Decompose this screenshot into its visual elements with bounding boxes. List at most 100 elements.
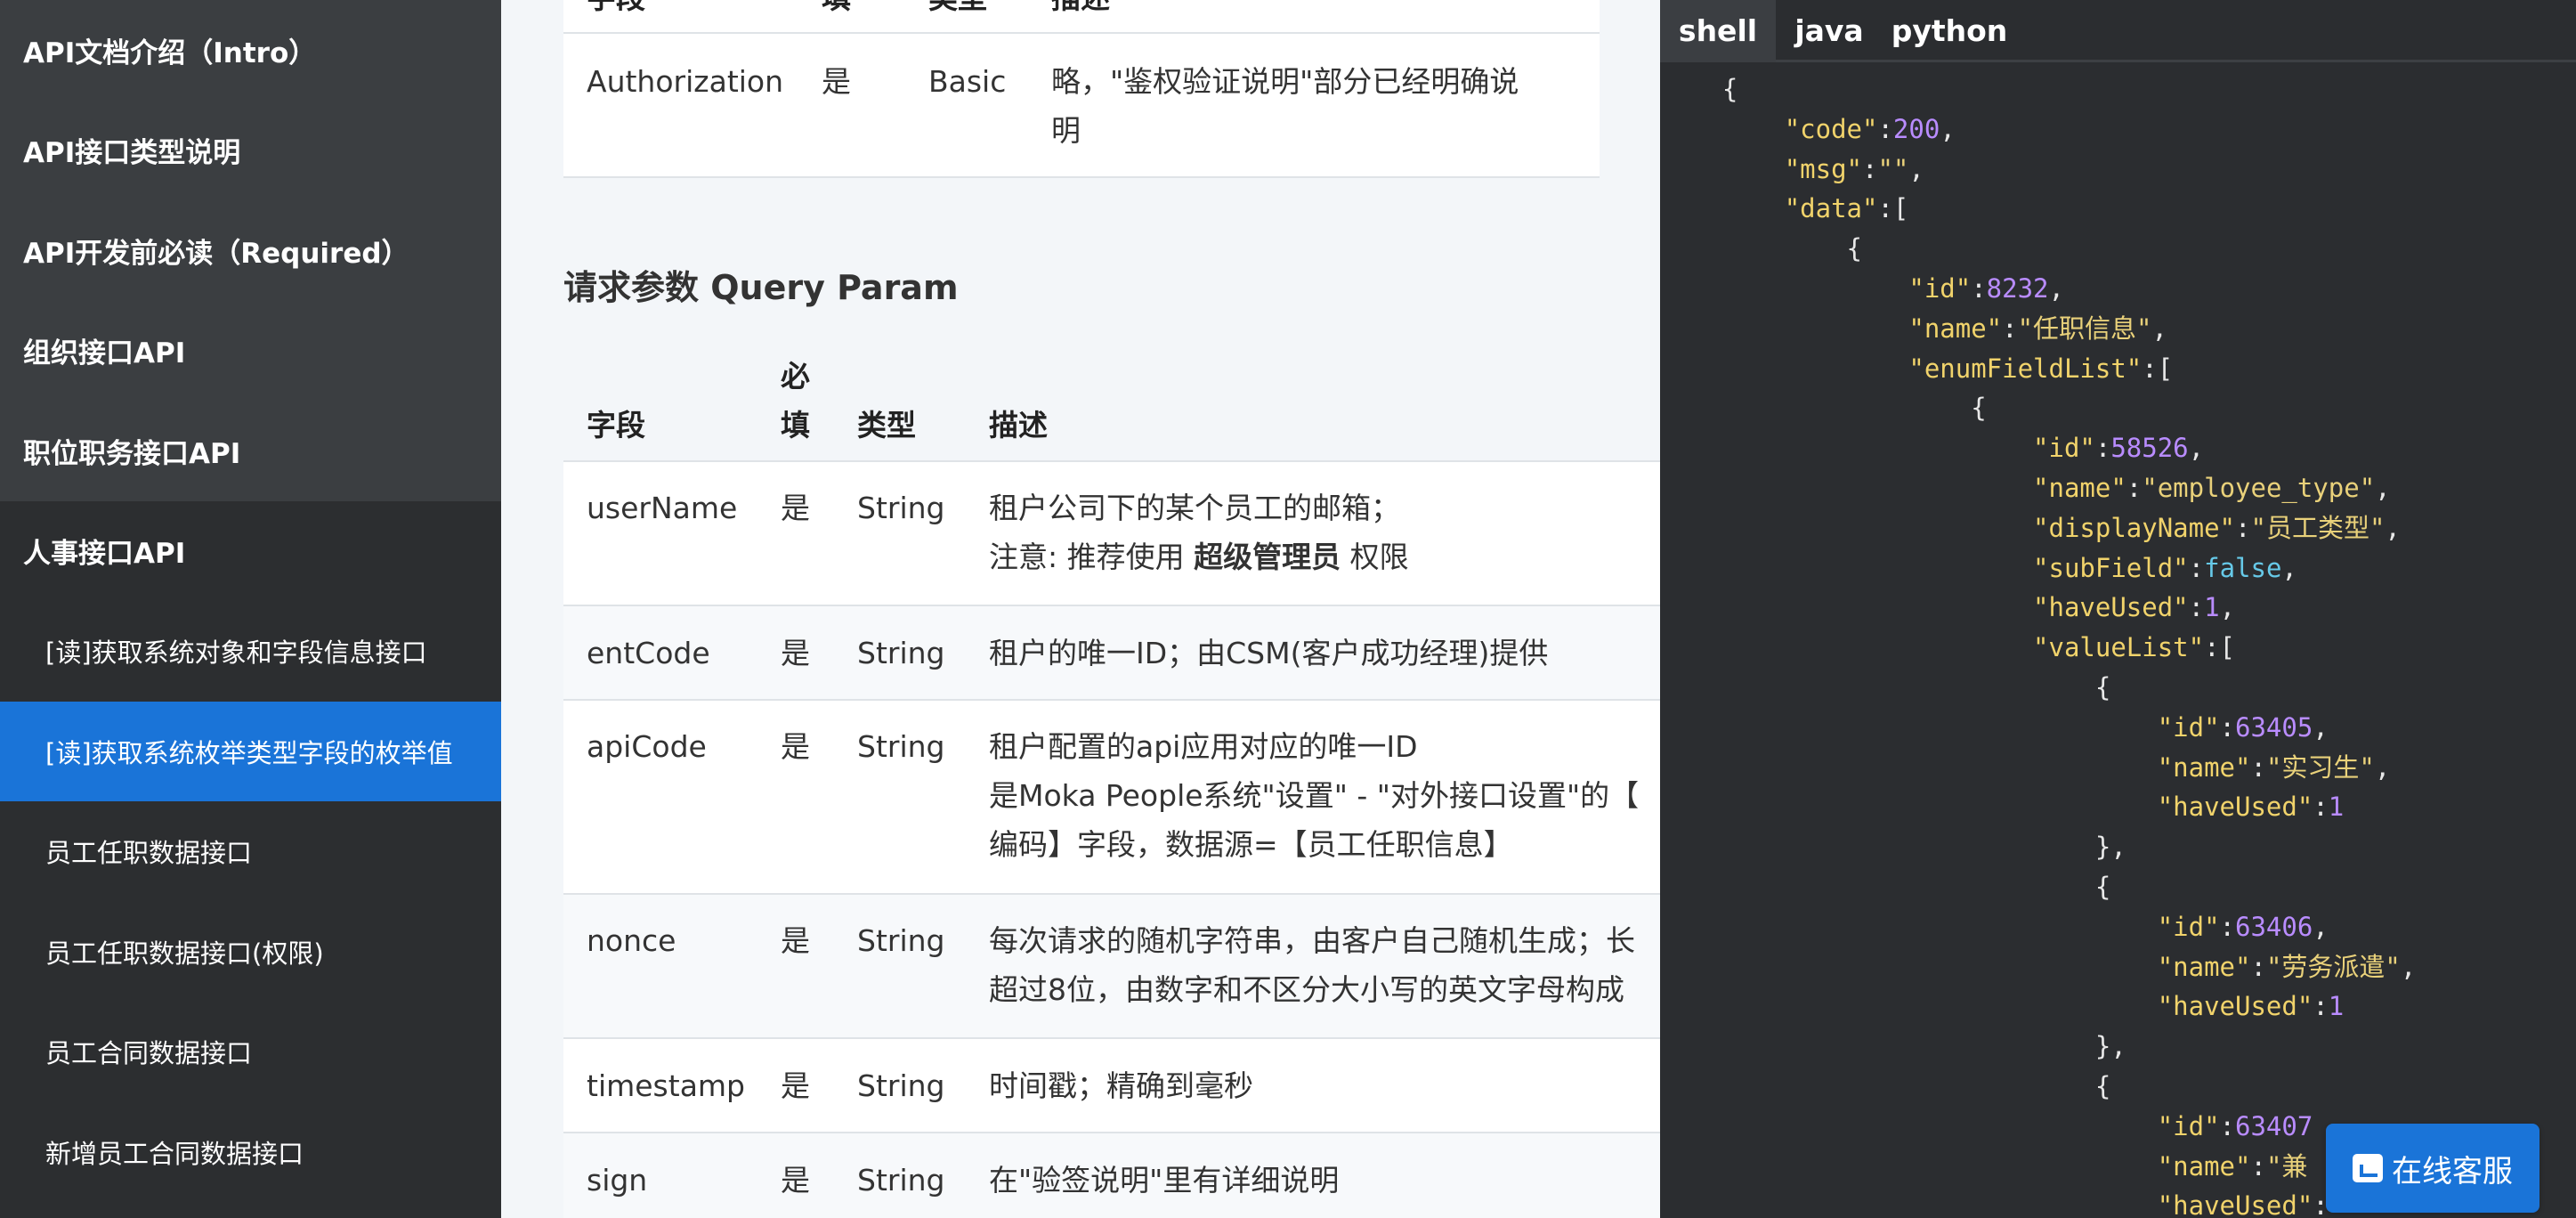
sidebar-item-org-api[interactable]: 组织接口API: [0, 301, 501, 402]
code-line: "name":"劳务派遣",: [1660, 947, 2417, 987]
code-token: 200: [1892, 113, 1940, 144]
code-token: :: [2250, 951, 2266, 982]
code-line: "id":58526,: [1660, 428, 2416, 468]
field-desc-line-1: 每次请求的随机字符串，由客户自己随机生成；长: [989, 923, 1635, 958]
code-token: "实习生": [2265, 751, 2375, 783]
code-token: :[: [2142, 353, 2174, 384]
desc-prefix: 注意: 推荐使用: [989, 540, 1195, 574]
code-token: "劳务派遣": [2265, 951, 2401, 982]
code-token: "兼: [2265, 1150, 2308, 1181]
code-token: ,: [2385, 512, 2401, 543]
code-language-tabs: shell java python: [1660, 0, 2576, 62]
field-required: 是: [781, 1163, 810, 1198]
code-token: "haveUsed": [2157, 991, 2313, 1022]
code-line: {: [1660, 867, 2416, 907]
field-desc-line-2: 超过8位，由数字和不区分大小写的英文字母构成: [989, 972, 1624, 1007]
code-token: },: [1660, 832, 2126, 863]
sidebar-subitem-add-contract-data[interactable]: 新增员工合同数据接口: [0, 1102, 501, 1203]
code-token: ,: [2400, 951, 2417, 982]
code-line: "id":63407: [1660, 1107, 2416, 1147]
code-token: ,: [2048, 272, 2064, 304]
code-token: "name": [2157, 1150, 2251, 1181]
code-token: ,: [2281, 552, 2297, 583]
code-token: :: [2219, 911, 2236, 942]
code-token: "code": [1784, 113, 1878, 144]
code-token: "name": [1908, 313, 2003, 344]
sidebar-item-position-api[interactable]: 职位职务接口API: [0, 401, 501, 501]
code-line: },: [1660, 827, 2416, 867]
code-token: :[: [1877, 193, 1909, 224]
code-line: "haveUsed":1,: [1660, 588, 2416, 628]
code-token: "valueList": [2033, 632, 2205, 663]
code-token: "name": [2157, 951, 2251, 982]
sidebar-item-api-types[interactable]: API接口类型说明: [0, 101, 501, 201]
code-token: ,: [2188, 433, 2205, 464]
field-type: String: [857, 491, 945, 525]
code-token: "任职信息": [2017, 313, 2152, 344]
sidebar-subitem-label: 员工任职数据接口: [45, 838, 253, 869]
field-required: 是: [781, 636, 810, 670]
code-token: 1: [2328, 991, 2345, 1022]
code-token: 63405: [2235, 711, 2313, 743]
code-token: ,: [2374, 751, 2391, 783]
code-token: "id": [2033, 433, 2095, 464]
sidebar-subitem-employment-data-permission[interactable]: 员工任职数据接口(权限): [0, 902, 501, 1003]
table-row: entCode 是 String 租户的唯一ID；由CSM(客户成功经理)提供: [563, 606, 1660, 701]
table-row: sign 是 String 在"验签说明"里有详细说明: [563, 1133, 1660, 1218]
code-token: "haveUsed": [2157, 1190, 2313, 1218]
sidebar-subitem-object-fields[interactable]: [读]获取系统对象和字段信息接口: [0, 601, 501, 702]
code-token: {: [1660, 74, 1738, 104]
code-token: 1: [2328, 792, 2345, 823]
table-row: apiCode 是 String 租户配置的api应用对应的唯一ID 是Moka…: [563, 701, 1660, 895]
field-desc-line-3: 编码】字段，数据源=【员工任职信息】: [989, 827, 1513, 862]
code-line: "haveUsed":1: [1660, 787, 2416, 827]
query-param-table: 字段 必 填 类型 描述 userName 是 String 租户公司下的某个员…: [563, 343, 1660, 1218]
sidebar-top-group: API文档介绍（Intro） API接口类型说明 API开发前必读（Requir…: [0, 0, 501, 501]
code-token: :: [2219, 1110, 2236, 1141]
sidebar-item-required[interactable]: API开发前必读（Required）: [0, 200, 501, 301]
code-line: {: [1660, 388, 2416, 428]
sidebar-subitem-employment-data[interactable]: 员工任职数据接口: [0, 801, 501, 902]
code-token: :: [2002, 313, 2018, 344]
online-service-button[interactable]: 在线客服: [2326, 1124, 2540, 1213]
code-line: {: [1660, 668, 2416, 708]
code-token: 8232: [1986, 272, 2049, 304]
sidebar-subitem-label: 员工任职数据接口(权限): [45, 938, 324, 969]
code-token: 58526: [2110, 433, 2189, 464]
code-token: :[: [2204, 632, 2236, 663]
code-token: "id": [1908, 272, 1972, 304]
tab-python[interactable]: python: [1883, 0, 2016, 62]
code-token: :: [2094, 433, 2111, 464]
code-token: :: [1971, 272, 1987, 304]
code-token: "subField": [2033, 552, 2189, 583]
tab-java[interactable]: java: [1776, 0, 1883, 62]
sidebar-subitem-label: 新增员工合同数据接口: [45, 1138, 304, 1169]
field-required: 是: [822, 64, 851, 99]
desc-suffix: 权限: [1341, 540, 1409, 574]
tab-shell[interactable]: shell: [1660, 0, 1776, 62]
code-line: "data":[: [1660, 189, 2416, 229]
code-token: "id": [2157, 1110, 2220, 1141]
code-token: :: [2313, 991, 2329, 1022]
code-token: :: [2188, 552, 2205, 583]
online-service-label: 在线客服: [2392, 1153, 2513, 1190]
code-token: },: [1660, 1031, 2126, 1062]
sidebar-item-hr-api[interactable]: 人事接口API: [0, 501, 501, 602]
sidebar-subitem-enum-values[interactable]: [读]获取系统枚举类型字段的枚举值: [0, 701, 501, 801]
sidebar-subitem-contract-data[interactable]: 员工合同数据接口: [0, 1002, 501, 1102]
field-name: apiCode: [587, 729, 707, 764]
sidebar-item-intro[interactable]: API文档介绍（Intro）: [0, 0, 501, 101]
desc-bold-role: 超级管理员: [1194, 540, 1341, 574]
code-token: {: [1660, 871, 2111, 902]
code-token: {: [1660, 233, 1862, 264]
code-token: ,: [2375, 472, 2391, 503]
field-desc-line-1: 租户公司下的某个员工的邮箱；: [989, 491, 1400, 525]
